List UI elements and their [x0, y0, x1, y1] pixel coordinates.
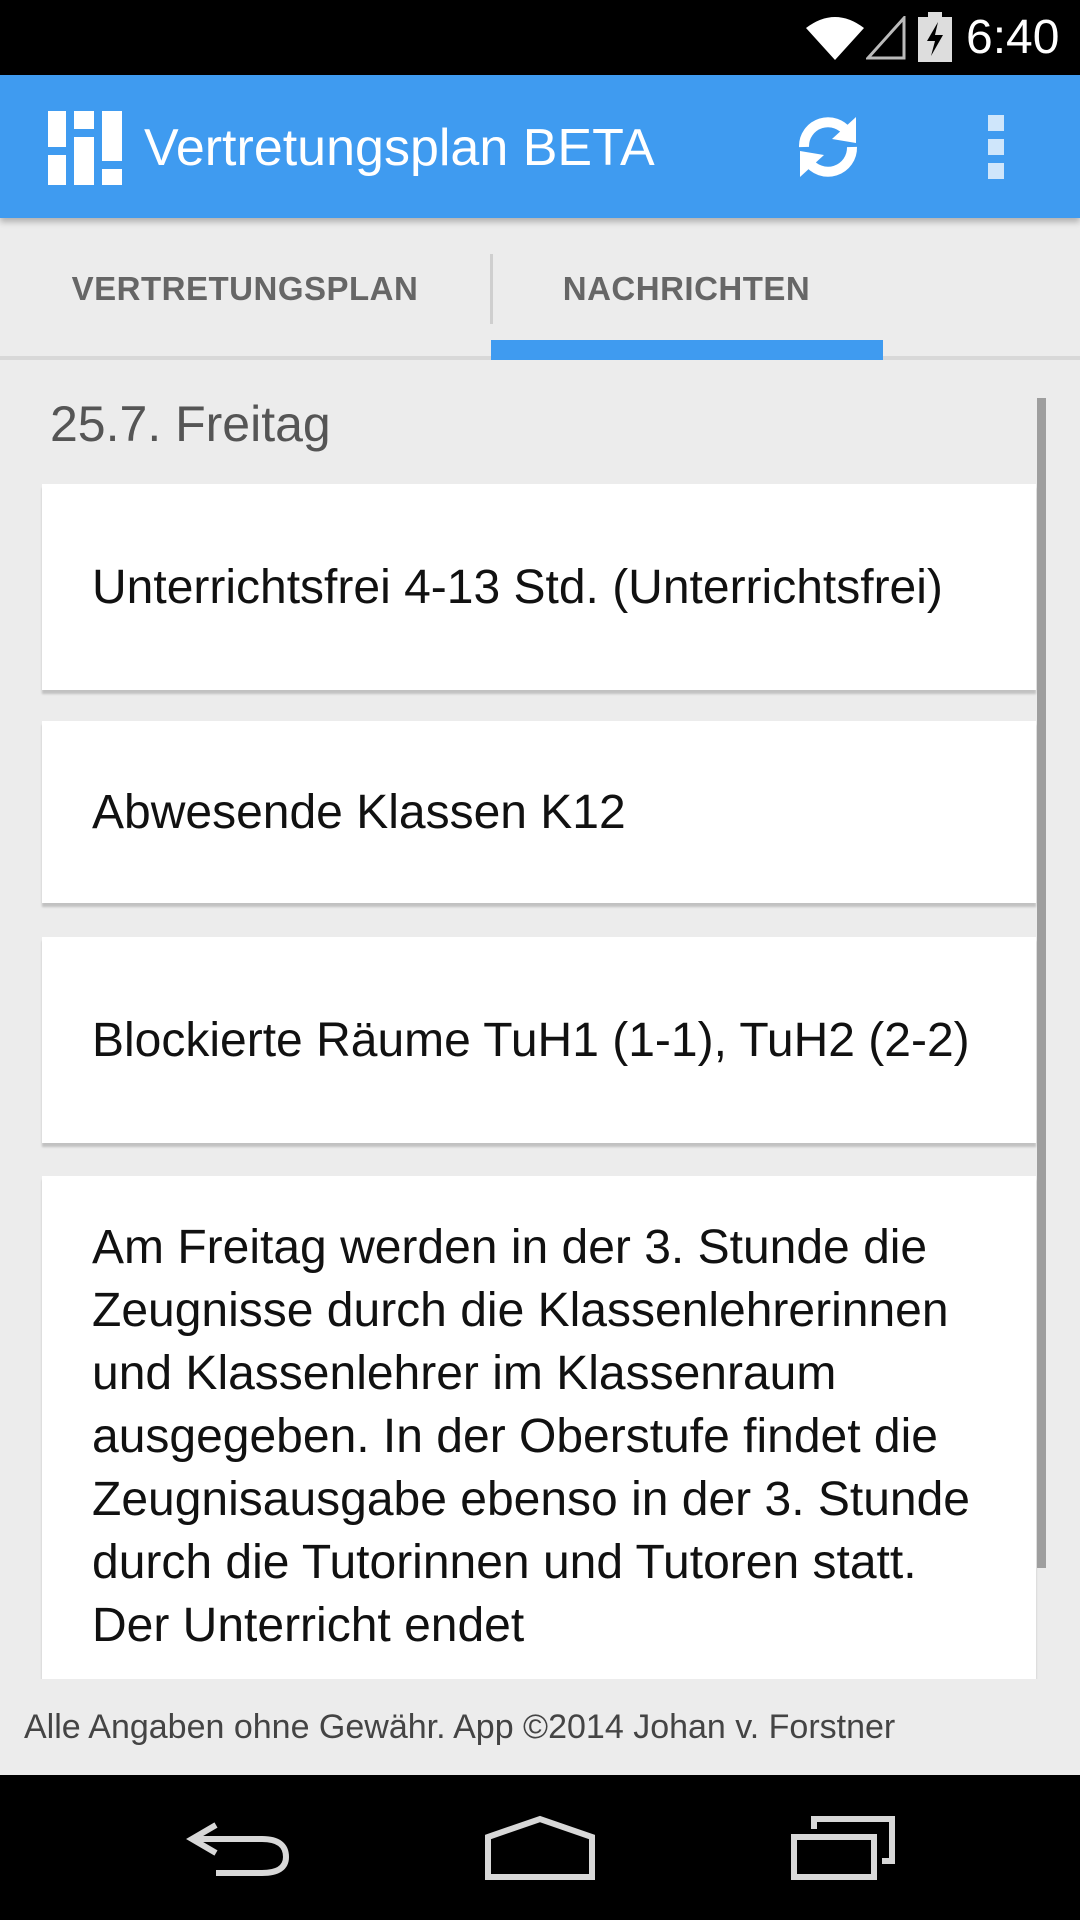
wifi-icon: [806, 17, 864, 60]
home-icon[interactable]: [484, 1815, 596, 1881]
battery-charging-icon: [918, 12, 952, 62]
tab-bar: VERTRETUNGSPLAN NACHRICHTEN: [0, 218, 1080, 360]
refresh-icon[interactable]: [790, 109, 866, 185]
tab-vertretungsplan[interactable]: VERTRETUNGSPLAN: [0, 218, 490, 360]
status-time: 6:40: [966, 11, 1060, 64]
day-header: 25.7. Freitag: [50, 396, 331, 452]
news-card: Blockierte Räume TuH1 (1-1), TuH2 (2-2): [42, 937, 1036, 1143]
scrollbar[interactable]: [1037, 398, 1046, 1568]
tab-selected-indicator: [491, 340, 883, 360]
news-card-text: Blockierte Räume TuH1 (1-1), TuH2 (2-2): [92, 1013, 970, 1067]
news-card: Abwesende Klassen K12: [42, 721, 1036, 903]
app-bar: Vertretungsplan BETA: [0, 75, 1080, 218]
app-title: Vertretungsplan BETA: [144, 119, 655, 177]
status-bar: 6:40: [0, 0, 1080, 75]
news-card-text: Am Freitag werden in der 3. Stunde die Z…: [92, 1221, 970, 1652]
news-card: Unterrichtsfrei 4-13 Std. (Unterrichtsfr…: [42, 484, 1036, 690]
news-card: Am Freitag werden in der 3. Stunde die Z…: [42, 1176, 1036, 1679]
navigation-bar: [0, 1775, 1080, 1920]
back-icon[interactable]: [186, 1817, 292, 1879]
footer-disclaimer: Alle Angaben ohne Gewähr. App ©2014 Joha…: [0, 1679, 1080, 1775]
tab-nachrichten[interactable]: NACHRICHTEN: [490, 218, 883, 360]
news-card-text: Abwesende Klassen K12: [92, 785, 626, 839]
recents-icon[interactable]: [790, 1815, 896, 1881]
news-card-text: Unterrichtsfrei 4-13 Std. (Unterrichtsfr…: [92, 560, 943, 614]
news-list[interactable]: 25.7. Freitag Unterrichtsfrei 4-13 Std. …: [0, 364, 1080, 1679]
app-logo-icon: [48, 111, 122, 185]
overflow-menu-icon[interactable]: [968, 105, 1024, 189]
signal-icon: [866, 16, 906, 60]
